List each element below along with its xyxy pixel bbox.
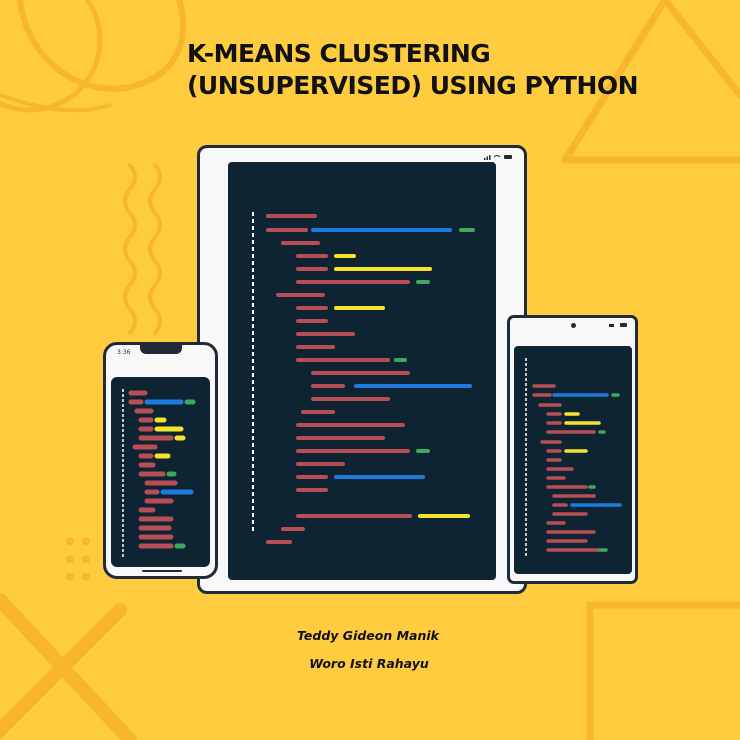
decorative-dots xyxy=(66,537,90,581)
phone-screen xyxy=(111,377,210,567)
book-cover: K-MEANS CLUSTERING (UNSUPERVISED) USING … xyxy=(0,0,740,740)
phone-clock: 3:36 xyxy=(117,349,131,356)
tablet-device xyxy=(197,145,527,594)
status-icons xyxy=(609,323,627,327)
tablet-code-lines xyxy=(252,212,475,544)
android-code-lines xyxy=(525,358,622,556)
status-icons xyxy=(484,155,512,160)
author-1: Teddy Gideon Manik xyxy=(297,628,439,643)
wifi-icon xyxy=(493,155,501,158)
signal-icon xyxy=(609,324,614,327)
battery-icon xyxy=(620,323,627,327)
home-indicator xyxy=(142,570,182,572)
tablet-screen xyxy=(228,162,496,580)
phone-code-lines xyxy=(122,389,196,557)
battery-icon xyxy=(504,155,512,159)
author-2: Woro Isti Rahayu xyxy=(309,656,429,671)
phone-device: 3:36 xyxy=(103,342,218,579)
signal-icon xyxy=(484,155,491,160)
android-phone-screen xyxy=(514,346,632,574)
camera-notch-icon xyxy=(140,345,182,354)
decorative-square xyxy=(586,601,740,740)
title-line-2: (UNSUPERVISED) USING PYTHON xyxy=(187,71,639,100)
decorative-wave xyxy=(123,163,137,335)
decorative-circle xyxy=(0,0,103,113)
camera-icon xyxy=(571,323,576,328)
title-line-1: K-MEANS CLUSTERING xyxy=(187,39,491,68)
android-phone-device xyxy=(507,315,638,584)
decorative-wave xyxy=(148,163,162,335)
